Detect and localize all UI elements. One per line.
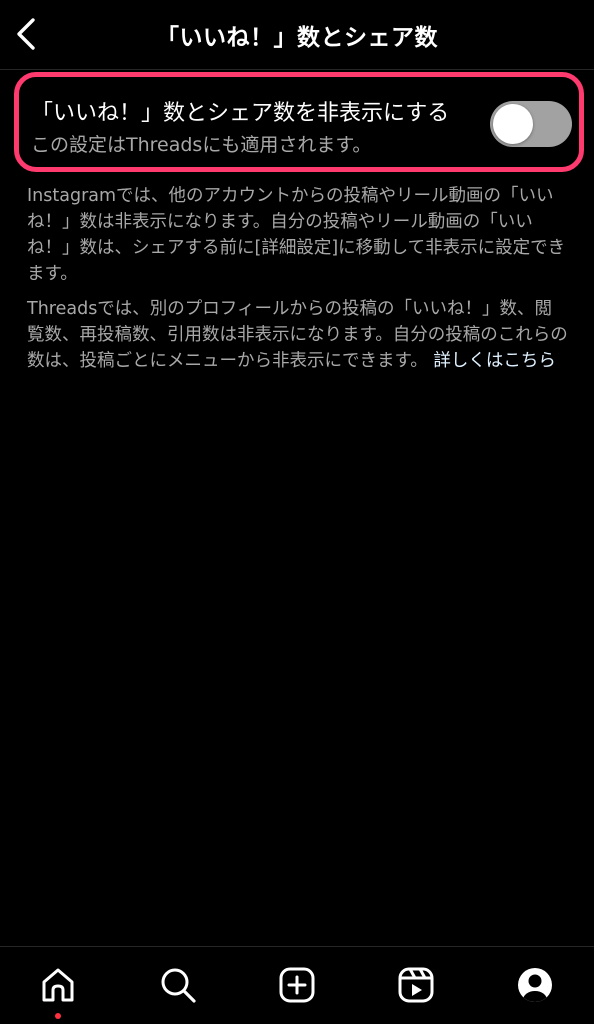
search-icon bbox=[161, 968, 196, 1003]
profile-icon bbox=[518, 968, 552, 1002]
nav-profile[interactable] bbox=[513, 963, 557, 1007]
bottom-nav bbox=[0, 946, 594, 1024]
hide-like-count-setting[interactable]: 「いいね！」数とシェア数を非表示にする この設定はThreadsにも適用されます… bbox=[14, 72, 584, 172]
instagram-description: Instagramでは、他のアカウントからの投稿やリール動画の「いいね！」数は非… bbox=[27, 186, 566, 284]
hide-like-count-toggle[interactable] bbox=[490, 101, 572, 147]
create-icon bbox=[279, 967, 315, 1003]
setting-sublabel: この設定はThreadsにも適用されます。 bbox=[31, 134, 372, 156]
nav-create[interactable] bbox=[275, 963, 319, 1007]
nav-reels[interactable] bbox=[394, 963, 438, 1007]
header: 「いいね！」数とシェア数 bbox=[0, 0, 594, 70]
page-title: 「いいね！」数とシェア数 bbox=[156, 25, 438, 51]
threads-description: Threadsでは、別のプロフィールからの投稿の「いいね！」数、閲覧数、再投稿数… bbox=[27, 296, 569, 374]
setting-label: 「いいね！」数とシェア数を非表示にする bbox=[31, 101, 450, 126]
reels-icon bbox=[398, 967, 434, 1003]
home-icon bbox=[42, 968, 74, 1002]
toggle-knob bbox=[493, 104, 533, 144]
nav-search[interactable] bbox=[156, 963, 200, 1007]
notification-dot bbox=[55, 1013, 61, 1019]
learn-more-link[interactable]: 詳しくはこちら bbox=[433, 351, 556, 371]
nav-home[interactable] bbox=[36, 963, 80, 1007]
